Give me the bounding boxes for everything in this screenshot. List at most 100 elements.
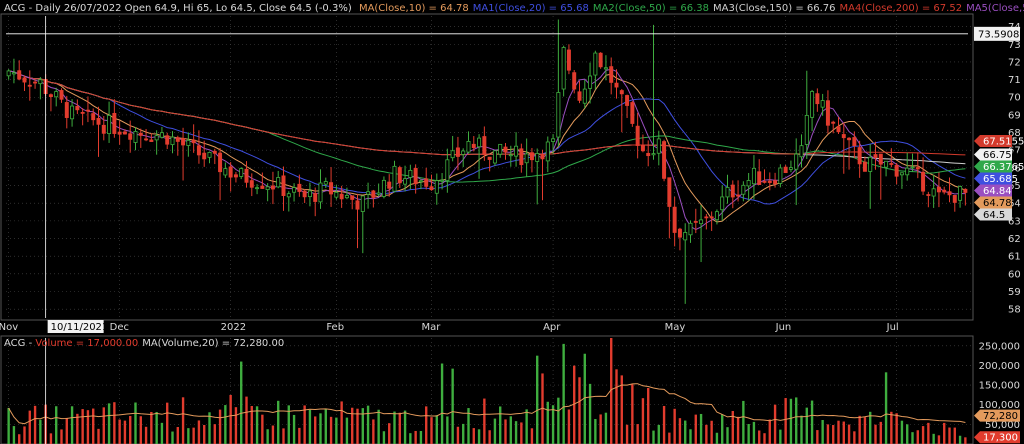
candle-body [963,188,968,193]
volume-bar [472,428,475,444]
volume-bar [921,426,925,444]
volume-bar [187,428,190,444]
candle-body [598,52,603,68]
volume-bar [33,405,37,444]
volume-bar [551,405,555,444]
candle-body [101,124,106,134]
price-tick-label: 69 [1008,110,1021,121]
volume-bar [28,410,31,444]
candle-body [905,167,910,176]
volume-bar [842,421,845,444]
volume-bar [837,420,840,444]
volume-bar [419,430,423,444]
candle-body [165,135,170,145]
volume-bar [366,405,370,444]
volume-bar [197,420,201,444]
candle-body [630,102,635,124]
candle-body [355,200,360,210]
candle-body [947,191,952,196]
candle-body [699,219,704,225]
candle-body [11,72,16,75]
volume-bar [340,401,343,444]
candle-body [942,189,947,193]
candle-body [894,165,899,177]
volume-bar [435,415,438,444]
price-pane[interactable]: 10/11/2021 [0,13,974,333]
vol-tick-label: 150,000 [979,381,1020,392]
volume-bar [192,427,195,444]
volume-bar [641,398,645,444]
date-tick-label: Jun [775,322,792,333]
candle-body [466,141,471,153]
volume-bar [430,417,433,444]
candle-body [794,153,799,170]
volume-bar [932,433,935,444]
volume-bar [329,416,333,444]
candle-body [683,232,688,241]
candle-body [170,136,175,146]
candle-body [265,186,270,190]
candle-body [921,171,926,192]
volume-pane[interactable] [0,335,974,444]
volume-bar [403,410,407,444]
volume-bar [102,407,105,444]
candle-body [762,181,767,183]
candle-body [651,153,656,156]
volume-bar [525,409,528,444]
volume-bar [514,421,518,444]
candle-body [48,94,53,97]
volume-bar [594,419,597,444]
header-sep: - [25,3,35,14]
candle-body [149,139,154,142]
volume-bar [562,343,565,444]
candle-body [820,100,825,108]
volume-bar [853,431,856,444]
volume-bar [863,417,867,444]
volume-bar [625,424,629,444]
candle-body [873,154,878,158]
volume-bar [958,435,962,444]
vol-header-symbol: ACG [4,338,25,349]
volume-bar [129,415,132,444]
candle-body [344,195,349,199]
volume-bar [277,400,280,444]
volume-bar [943,422,946,444]
candle-body [841,134,846,139]
candle-body [958,186,963,201]
volume-bar [229,394,232,444]
candle-body [884,160,889,168]
candle-body [508,154,513,157]
volume-bar [314,416,317,444]
volume-bar [382,431,386,444]
volume-bar [821,420,824,444]
volume-bar [462,423,465,444]
volume-bar [773,404,777,444]
candle-body [572,72,577,90]
volume-bar [107,403,111,444]
volume-bar [81,409,84,444]
candle-body [286,193,291,198]
volume-bar [12,426,16,444]
volume-bar [76,413,79,444]
candle-body [524,153,529,164]
volume-bar [884,372,888,444]
volume-bar [266,429,269,444]
volume-bar [673,408,676,444]
candle-body [461,150,466,155]
candle-body [915,167,920,170]
candle-body [640,144,645,152]
date-tick-label: May [665,322,686,333]
volume-bar [398,412,401,444]
candle-body [831,121,836,124]
candle-body [910,166,915,169]
volume-bar [171,431,174,444]
candle-body [122,131,127,135]
volume-bar [588,383,592,444]
candle-body [302,190,307,198]
candle-body [926,194,931,196]
volume-bar [964,437,967,444]
candle-body [424,178,429,187]
candle-body [429,186,434,191]
price-tick-label: 59 [1008,287,1021,298]
volume-bar [874,424,877,444]
